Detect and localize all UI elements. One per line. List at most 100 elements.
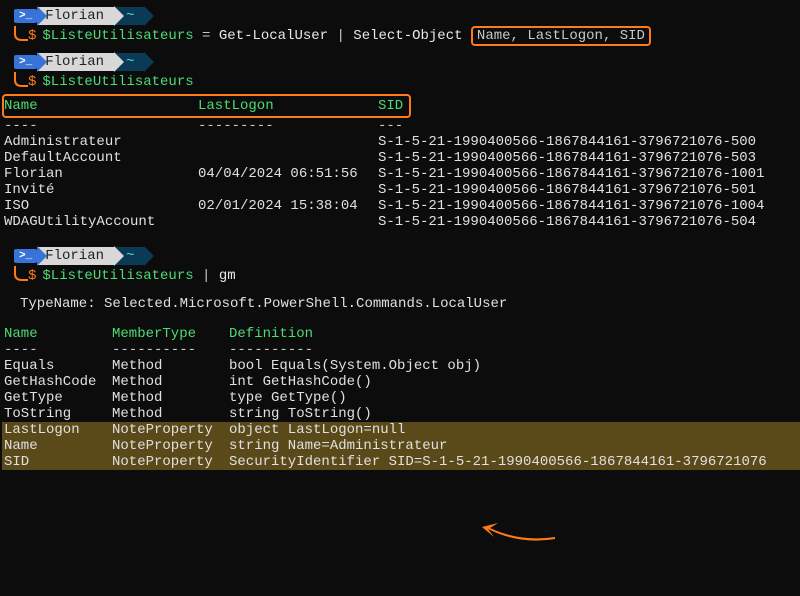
pipe-op: | xyxy=(328,28,353,44)
cell-name: SID xyxy=(4,454,112,470)
cell-name: ISO xyxy=(4,198,198,214)
cell-type: NoteProperty xyxy=(112,454,229,470)
cell-lastlogon xyxy=(198,182,378,198)
cell-def: string Name=Administrateur xyxy=(229,438,447,454)
cell-name: ToString xyxy=(4,406,112,422)
prompt-segments: >_ Florian ~ xyxy=(14,52,800,72)
underline: ---- xyxy=(4,342,112,358)
table-row-highlighted: NameNotePropertystring Name=Administrate… xyxy=(2,438,800,454)
cell-sid: S-1-5-21-1990400566-1867844161-379672107… xyxy=(378,214,756,230)
table-row: EqualsMethodbool Equals(System.Object ob… xyxy=(2,358,800,374)
cell-type: Method xyxy=(112,374,229,390)
cell-type: Method xyxy=(112,358,229,374)
powershell-badge-icon: >_ xyxy=(14,9,37,23)
prompt-user: Florian xyxy=(37,247,114,265)
cmdlet-2: Select-Object xyxy=(353,28,462,44)
cmdlet-gm: gm xyxy=(219,268,236,284)
cell-lastlogon xyxy=(198,214,378,230)
prompt-user: Florian xyxy=(37,7,114,25)
prompt-dollar: $ xyxy=(28,74,36,90)
prompt-dollar: $ xyxy=(28,28,36,44)
table-row: GetTypeMethodtype GetType() xyxy=(2,390,800,406)
cell-type: Method xyxy=(112,390,229,406)
cell-def: type GetType() xyxy=(229,390,347,406)
cmdlet-1: Get-LocalUser xyxy=(219,28,328,44)
col-header-name: Name xyxy=(4,326,112,342)
command-line-1[interactable]: $ $ListeUtilisateurs = Get-LocalUser | S… xyxy=(14,26,800,46)
table-underline: ---- --------- --- xyxy=(2,118,800,134)
prompt-connector-icon xyxy=(14,266,28,286)
prompt-connector-icon xyxy=(14,72,28,92)
command-line-3[interactable]: $ $ListeUtilisateurs | gm xyxy=(14,266,800,286)
cell-lastlogon xyxy=(198,134,378,150)
cell-lastlogon: 04/04/2024 06:51:56 xyxy=(198,166,378,182)
output-table-1: Name LastLogon SID ---- --------- --- Ad… xyxy=(2,94,800,230)
underline: ---- xyxy=(4,118,198,134)
select-params: Name, LastLogon, SID xyxy=(477,28,645,44)
variable-name: $ListeUtilisateurs xyxy=(42,74,193,90)
cell-name: Name xyxy=(4,438,112,454)
prompt-user: Florian xyxy=(37,53,114,71)
table-row: WDAGUtilityAccount S-1-5-21-1990400566-18… xyxy=(2,214,800,230)
variable-name: $ListeUtilisateurs xyxy=(42,28,193,44)
cell-sid: S-1-5-21-1990400566-1867844161-379672107… xyxy=(378,134,756,150)
col-header-definition: Definition xyxy=(229,326,313,342)
prompt-dollar: $ xyxy=(28,268,36,284)
highlighted-params: Name, LastLogon, SID xyxy=(471,26,651,46)
cell-lastlogon: 02/01/2024 15:38:04 xyxy=(198,198,378,214)
cell-lastlogon xyxy=(198,150,378,166)
variable-name: $ListeUtilisateurs xyxy=(42,268,193,284)
cell-name: GetHashCode xyxy=(4,374,112,390)
typename-output: TypeName: Selected.Microsoft.PowerShell.… xyxy=(20,296,800,312)
prompt-block-1: >_ Florian ~ $ $ListeUtilisateurs = Get-… xyxy=(0,6,800,46)
table-row: ISO02/01/2024 15:38:04S-1-5-21-199040056… xyxy=(2,198,800,214)
table-row: Florian04/04/2024 06:51:56S-1-5-21-19904… xyxy=(2,166,800,182)
cell-def: string ToString() xyxy=(229,406,372,422)
cell-sid: S-1-5-21-1990400566-1867844161-379672107… xyxy=(378,182,756,198)
pipe-op: | xyxy=(194,268,219,284)
cell-def: SecurityIdentifier SID=S-1-5-21-19904005… xyxy=(229,454,767,470)
table-row: InvitéS-1-5-21-1990400566-1867844161-379… xyxy=(2,182,800,198)
cell-sid: S-1-5-21-1990400566-1867844161-379672107… xyxy=(378,166,764,182)
separator-icon xyxy=(114,6,124,26)
powershell-badge-icon: >_ xyxy=(14,55,37,69)
command-line-2[interactable]: $ $ListeUtilisateurs xyxy=(14,72,800,92)
prompt-connector-icon xyxy=(14,26,28,46)
table-header-highlighted: Name LastLogon SID xyxy=(2,94,411,118)
col-header-membertype: MemberType xyxy=(112,326,229,342)
prompt-segments: >_ Florian ~ xyxy=(14,6,800,26)
col-header-sid: SID xyxy=(378,98,403,114)
cell-type: Method xyxy=(112,406,229,422)
prompt-block-2: >_ Florian ~ $ $ListeUtilisateurs xyxy=(0,52,800,92)
prompt-segments: >_ Florian ~ xyxy=(14,246,800,266)
cell-name: WDAGUtilityAccount xyxy=(4,214,198,230)
cell-def: object LastLogon=null xyxy=(229,422,405,438)
cell-sid: S-1-5-21-1990400566-1867844161-379672107… xyxy=(378,150,756,166)
separator-icon xyxy=(37,6,47,26)
cell-def: bool Equals(System.Object obj) xyxy=(229,358,481,374)
table-row: GetHashCodeMethodint GetHashCode() xyxy=(2,374,800,390)
annotation-arrow-icon xyxy=(480,517,560,552)
table-row: ToStringMethodstring ToString() xyxy=(2,406,800,422)
prompt-block-3: >_ Florian ~ $ $ListeUtilisateurs | gm xyxy=(0,246,800,286)
underline: --------- xyxy=(198,118,378,134)
separator-icon xyxy=(144,246,154,266)
underline: ---------- xyxy=(229,342,313,358)
powershell-badge-icon: >_ xyxy=(14,249,37,263)
underline: --- xyxy=(378,118,403,134)
table-underline: ---- ---------- ---------- xyxy=(2,342,800,358)
cell-type: NoteProperty xyxy=(112,422,229,438)
underline: ---------- xyxy=(112,342,229,358)
assign-op: = xyxy=(194,28,219,44)
output-table-2: Name MemberType Definition ---- --------… xyxy=(2,326,800,470)
col-header-name: Name xyxy=(4,98,198,114)
cell-name: DefaultAccount xyxy=(4,150,198,166)
table2-header: Name MemberType Definition xyxy=(2,326,800,342)
separator-icon xyxy=(114,52,124,72)
separator-icon xyxy=(144,6,154,26)
col-header-lastlogon: LastLogon xyxy=(198,98,378,114)
table-row: AdministrateurS-1-5-21-1990400566-186784… xyxy=(2,134,800,150)
separator-icon xyxy=(114,246,124,266)
table-row: DefaultAccount S-1-5-21-1990400566-186784… xyxy=(2,150,800,166)
table-row-highlighted: SIDNotePropertySecurityIdentifier SID=S-… xyxy=(2,454,800,470)
